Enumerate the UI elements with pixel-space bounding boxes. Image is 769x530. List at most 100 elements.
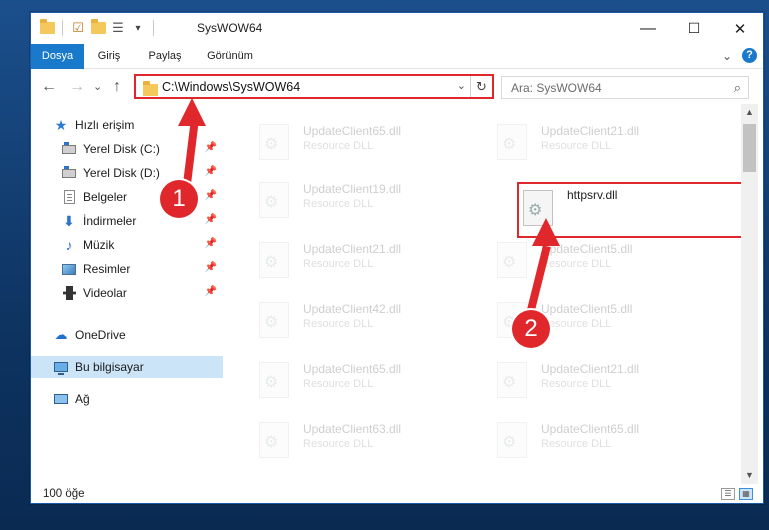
pin-icon[interactable]: 📌 [205, 166, 217, 177]
sidebar-item-downloads[interactable]: ⬇ İndirmeler 📌 [31, 210, 223, 232]
scroll-down-icon[interactable]: ▼ [741, 467, 758, 484]
file-name: UpdateClient21.dll [303, 242, 402, 256]
minimize-button[interactable]: — [625, 13, 671, 44]
network-icon [53, 391, 69, 407]
sidebar-item-label: Yerel Disk (D:) [83, 166, 160, 180]
dll-file-icon [259, 422, 289, 458]
music-icon: ♪ [65, 237, 73, 253]
sidebar-item-label: Resimler [83, 262, 131, 276]
forward-button[interactable]: → [69, 78, 85, 96]
sidebar-item-this-pc[interactable]: Bu bilgisayar [31, 356, 223, 378]
file-item[interactable]: UpdateClient5.dll Resource DLL [483, 232, 703, 288]
search-placeholder: Ara: SysWOW64 [511, 81, 602, 95]
maximize-button[interactable]: ☐ [671, 13, 717, 44]
window-title: SysWOW64 [197, 21, 263, 35]
pictures-icon [61, 261, 77, 277]
dll-file-icon [259, 242, 289, 278]
file-item[interactable]: UpdateClient21.dll Resource DLL [483, 352, 703, 408]
search-icon[interactable]: ⌕ [734, 80, 741, 96]
tiles-view-icon[interactable]: ▦ [739, 488, 753, 500]
pin-icon[interactable]: 📌 [205, 286, 217, 297]
new-folder-icon[interactable] [90, 19, 106, 36]
callout-arrowhead-1 [178, 98, 206, 126]
dll-file-icon [259, 362, 289, 398]
recent-locations-icon[interactable]: ⌄ [93, 80, 102, 93]
sidebar-item-label: OneDrive [75, 328, 126, 342]
file-name: UpdateClient21.dll [541, 124, 640, 138]
callout-arrowhead-2 [532, 218, 560, 246]
pin-icon[interactable]: 📌 [205, 262, 217, 273]
tab-view[interactable]: Görünüm [197, 44, 263, 69]
file-type: Resource DLL [303, 140, 374, 152]
tab-share[interactable]: Paylaş [137, 44, 193, 69]
file-item[interactable]: UpdateClient42.dll Resource DLL [245, 292, 465, 348]
pin-icon[interactable]: 📌 [205, 214, 217, 225]
ribbon-tabs: Dosya Giriş Paylaş Görünüm ⌄ ? [31, 44, 763, 69]
file-name: UpdateClient21.dll [541, 362, 640, 376]
file-explorer-window: ☑ ☰ ▾ SysWOW64 — ☐ ✕ Dosya Giriş Paylaş … [30, 12, 764, 504]
dll-file-icon [259, 302, 289, 338]
file-type: Resource DLL [303, 378, 374, 390]
star-icon: ★ [54, 116, 68, 133]
file-item[interactable]: UpdateClient19.dll Resource DLL [245, 172, 465, 228]
pin-icon[interactable]: 📌 [205, 142, 217, 153]
file-item[interactable]: UpdateClient21.dll Resource DLL [245, 232, 465, 288]
file-list: UpdateClient65.dll Resource DLL UpdateCl… [231, 104, 741, 484]
help-icon[interactable]: ? [742, 48, 757, 63]
address-dropdown-icon[interactable]: ⌄ [457, 79, 466, 92]
sidebar-item-network[interactable]: Ağ [31, 388, 223, 410]
qa-dropdown-icon[interactable]: ▾ [130, 20, 146, 36]
file-item[interactable]: UpdateClient63.dll Resource DLL [245, 412, 465, 468]
sidebar-item-videos[interactable]: Videolar 📌 [31, 282, 223, 304]
file-type: Resource DLL [541, 140, 612, 152]
back-button[interactable]: ← [41, 78, 57, 96]
close-button[interactable]: ✕ [717, 13, 763, 44]
status-bar: 100 öğe ☰ ▦ [31, 484, 763, 503]
details-view-icon[interactable]: ☰ [721, 488, 735, 500]
quick-access-toolbar: ☑ ☰ ▾ [39, 19, 157, 36]
toolbar-separator [62, 20, 63, 36]
properties-icon[interactable]: ☑ [70, 20, 86, 36]
sidebar-item-label: Yerel Disk (C:) [83, 142, 160, 156]
file-name: UpdateClient63.dll [303, 422, 402, 436]
vertical-scrollbar[interactable]: ▲ ▼ [741, 104, 758, 484]
sidebar-item-label: Müzik [83, 238, 115, 252]
sidebar-item-music[interactable]: ♪ Müzik 📌 [31, 234, 223, 256]
file-item[interactable]: UpdateClient65.dll Resource DLL [245, 352, 465, 408]
file-type: Resource DLL [541, 258, 612, 270]
file-item[interactable]: UpdateClient65.dll Resource DLL [245, 114, 465, 170]
ribbon-controls: ⌄ ? [722, 48, 757, 63]
computer-icon [53, 359, 69, 375]
expand-ribbon-icon[interactable]: ⌄ [722, 49, 732, 63]
tab-home[interactable]: Giriş [84, 44, 134, 69]
file-name: UpdateClient65.dll [541, 422, 640, 436]
pin-icon[interactable]: 📌 [205, 238, 217, 249]
sidebar-item-onedrive[interactable]: ☁ OneDrive [31, 324, 223, 346]
navigation-pane: ★ Hızlı erişim Yerel Disk (C:) 📌 Yerel D… [31, 104, 227, 484]
navigation-bar: ← → ⌄ ↑ C:\Windows\SysWOW64 ⌄ ↻ Ara: Sys… [31, 70, 763, 104]
dll-file-icon [497, 422, 527, 458]
dll-file-icon [259, 182, 289, 218]
file-name: httpsrv.dll [567, 188, 618, 202]
dll-file-icon [497, 362, 527, 398]
downloads-icon: ⬇ [63, 212, 75, 229]
address-path[interactable]: C:\Windows\SysWOW64 [162, 80, 300, 94]
tab-file[interactable]: Dosya [31, 44, 84, 69]
file-item[interactable]: UpdateClient21.dll Resource DLL [483, 114, 703, 170]
file-item[interactable]: UpdateClient65.dll Resource DLL [483, 412, 703, 468]
address-bar[interactable]: C:\Windows\SysWOW64 ⌄ ↻ [134, 74, 494, 99]
drive-icon [61, 141, 77, 157]
scrollbar-thumb[interactable] [743, 124, 756, 172]
window-controls: — ☐ ✕ [625, 13, 763, 44]
scroll-up-icon[interactable]: ▲ [741, 104, 758, 121]
search-input[interactable]: Ara: SysWOW64 ⌕ [501, 76, 749, 99]
up-button[interactable]: ↑ [113, 78, 121, 96]
refresh-button[interactable]: ↻ [470, 76, 492, 97]
sidebar-item-local-disk-d[interactable]: Yerel Disk (D:) 📌 [31, 162, 223, 184]
pin-icon[interactable]: 📌 [205, 190, 217, 201]
sidebar-item-label: Ağ [75, 392, 90, 406]
sidebar-item-pictures[interactable]: Resimler 📌 [31, 258, 223, 280]
folder-icon [39, 19, 55, 36]
file-name: UpdateClient65.dll [303, 124, 402, 138]
customize-icon[interactable]: ☰ [110, 20, 126, 36]
